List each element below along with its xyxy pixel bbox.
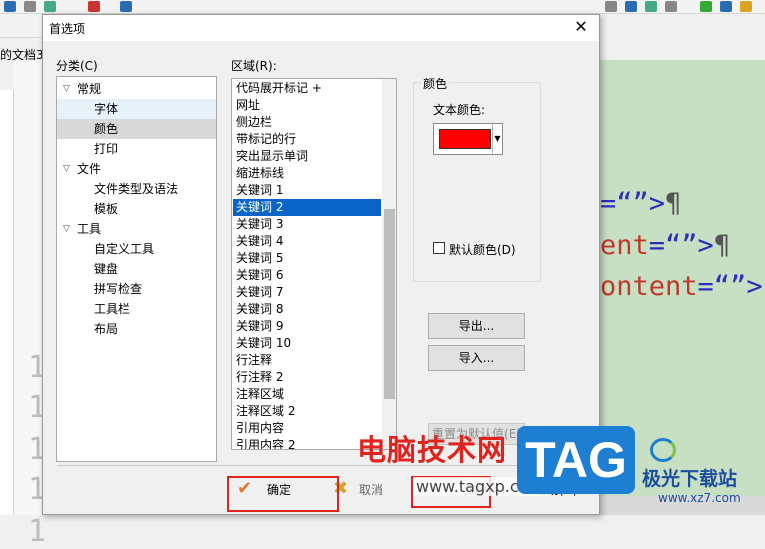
toolbar-icon	[605, 1, 617, 12]
default-color-checkbox[interactable]	[433, 242, 445, 254]
toolbar-icon	[645, 1, 657, 12]
chevron-down-icon[interactable]: ▼	[492, 124, 502, 154]
tree-item[interactable]: 模板	[57, 199, 216, 219]
area-list-item[interactable]: 行注释 2	[233, 369, 381, 386]
tree-item-label: 常规	[77, 82, 102, 96]
tree-item-label: 模板	[94, 202, 119, 216]
area-list-item[interactable]: 关键词 4	[233, 233, 381, 250]
tree-item-label: 工具	[77, 222, 102, 236]
tree-item[interactable]: ▽ 工具	[57, 219, 216, 239]
area-label: 区域(R):	[231, 59, 277, 73]
expand-caret-icon[interactable]: ▽	[63, 159, 70, 179]
category-label: 分类(C)	[56, 59, 98, 73]
area-list-item[interactable]: 关键词 9	[233, 318, 381, 335]
background-toolbar	[0, 0, 765, 14]
close-icon[interactable]: ✕	[571, 17, 591, 37]
code-line: ontent=“”>	[600, 271, 763, 302]
area-list-item[interactable]: 注释区域 2	[233, 403, 381, 420]
text-color-label: 文本颜色:	[433, 103, 486, 117]
toolbar-icon	[24, 1, 36, 12]
watermark-site-name: 电脑技术网	[357, 433, 508, 467]
area-list-item[interactable]: 关键词 8	[233, 301, 381, 318]
tree-item[interactable]: 工具栏	[57, 299, 216, 319]
tree-item[interactable]: 打印	[57, 139, 216, 159]
toolbar-icon	[665, 1, 677, 12]
tree-item-label: 字体	[94, 102, 119, 116]
area-list-item[interactable]: 代码展开标记 +	[233, 80, 381, 97]
tree-item[interactable]: 拼写检查	[57, 279, 216, 299]
area-list-item[interactable]: 缩进标线	[233, 165, 381, 182]
toolbar-icon	[625, 1, 637, 12]
area-list-item[interactable]: 关键词 3	[233, 216, 381, 233]
highlight-box	[227, 476, 339, 512]
area-list-item[interactable]: 关键词 7	[233, 284, 381, 301]
dialog-title: 首选项	[49, 22, 86, 36]
tree-item-label: 工具栏	[94, 302, 131, 316]
code-line: ent=“”>¶	[600, 230, 731, 261]
tree-item-label: 打印	[94, 142, 119, 156]
color-swatch	[439, 129, 491, 149]
area-list[interactable]: 引用内容 2 引用内容 注释区域 2 注释区域 行注释 2 行注释 关键词 10 关键词 9关…	[231, 78, 397, 450]
default-color-label: 默认颜色(D)	[449, 243, 516, 257]
scroll-thumb[interactable]	[384, 209, 395, 399]
area-list-item[interactable]: 关键词 1	[233, 182, 381, 199]
tree-item[interactable]: 自定义工具	[57, 239, 216, 259]
logo-icon	[650, 438, 676, 462]
tree-item[interactable]: 颜色	[57, 119, 216, 139]
line-number: 1	[28, 514, 47, 549]
area-list-item[interactable]: 侧边栏	[233, 114, 381, 131]
toolbar-icon	[4, 1, 16, 12]
cancel-label: 取消	[359, 483, 384, 497]
tree-item-label: 文件类型及语法	[94, 182, 179, 196]
tree-item-label: 颜色	[94, 122, 119, 136]
area-list-item[interactable]: 注释区域	[233, 386, 381, 403]
area-list-item[interactable]: 行注释	[233, 352, 381, 369]
toolbar-icon	[740, 1, 752, 12]
watermark-tag-logo: TAG	[517, 426, 635, 494]
line-number-gutter: 1 1 1 1 1	[14, 60, 46, 549]
tree-item-label: 键盘	[94, 262, 119, 276]
tree-item[interactable]: 布局	[57, 319, 216, 339]
expand-caret-icon[interactable]: ▽	[63, 79, 70, 99]
tree-item[interactable]: ▽ 常规	[57, 79, 216, 99]
area-list-item[interactable]: 网址	[233, 97, 381, 114]
area-list-item[interactable]: 关键词 10	[233, 335, 381, 352]
watermark-logo-name: 极光下载站	[642, 468, 738, 490]
tree-item[interactable]: 文件类型及语法	[57, 179, 216, 199]
tree-item-label: 自定义工具	[94, 242, 155, 256]
tree-item-label: 布局	[94, 322, 119, 336]
color-group-title: 颜色	[421, 75, 450, 92]
toolbar-icon	[88, 1, 100, 12]
category-tree[interactable]: ▽ 常规字体颜色打印 ▽ 文件文件类型及语法 模板 ▽ 工具自定义工具键盘拼写检查工具栏布局	[56, 76, 217, 462]
tree-item-label: 拼写检查	[94, 282, 143, 296]
area-list-scrollbar[interactable]	[382, 79, 396, 449]
import-button[interactable]: 导入...	[428, 345, 525, 371]
toolbar-icon	[720, 1, 732, 12]
toolbar-icon	[44, 1, 56, 12]
area-list-item[interactable]: 带标记的行	[233, 131, 381, 148]
toolbar-icon	[120, 1, 132, 12]
tree-item[interactable]: ▽ 文件	[57, 159, 216, 179]
expand-caret-icon[interactable]: ▽	[63, 219, 70, 239]
export-button[interactable]: 导出...	[428, 313, 525, 339]
text-color-picker[interactable]: ▼	[433, 123, 503, 155]
tree-item[interactable]: 键盘	[57, 259, 216, 279]
cancel-button[interactable]: ✖ 取消	[333, 476, 393, 504]
file-panel	[0, 90, 14, 515]
area-list-item[interactable]: 关键词 2	[233, 199, 381, 216]
dialog-titlebar[interactable]: 首选项 ✕	[43, 15, 599, 41]
code-line: =“”>¶	[600, 188, 682, 219]
tree-item-label: 文件	[77, 162, 102, 176]
area-list-item[interactable]: 关键词 6	[233, 267, 381, 284]
toolbar-icon	[700, 1, 712, 12]
area-list-item[interactable]: 突出显示单词	[233, 148, 381, 165]
tree-item[interactable]: 字体	[57, 99, 216, 119]
watermark-logo-url: www.xz7.com	[658, 491, 741, 505]
area-list-item[interactable]: 关键词 5	[233, 250, 381, 267]
